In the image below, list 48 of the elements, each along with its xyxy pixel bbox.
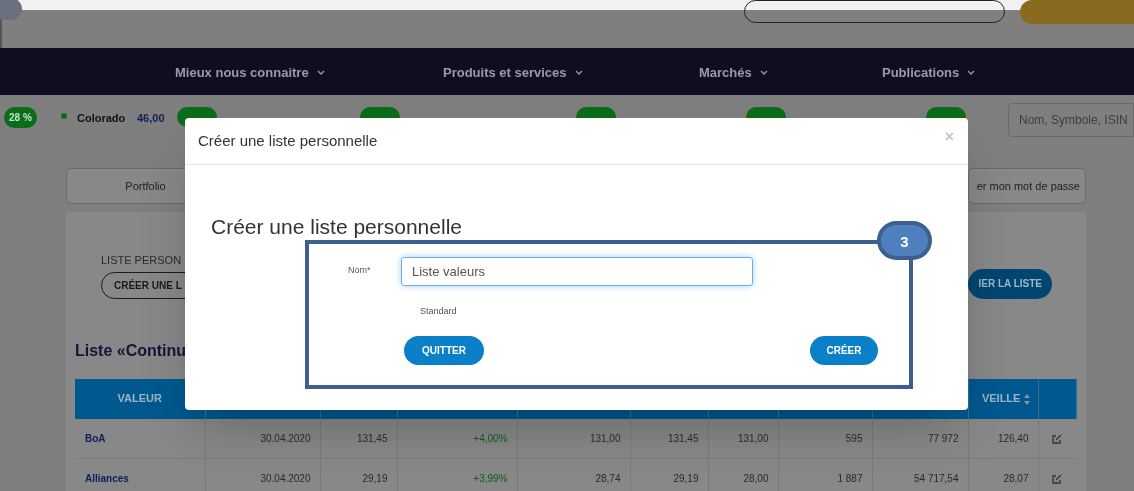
table-cell: 131,00 <box>708 418 778 459</box>
list-type-label: Standard <box>420 304 458 318</box>
table-cell: 131,45 <box>320 418 397 459</box>
nav-menu[interactable]: Publications <box>882 63 976 83</box>
dialog-heading: Créer une liste personnelle <box>211 214 462 240</box>
security-name[interactable]: Alliances <box>75 458 205 491</box>
table-cell: 77 972 <box>872 418 968 459</box>
table-cell: 28,74 <box>517 458 630 491</box>
table-cell: 30.04.2020 <box>205 458 320 491</box>
security-name[interactable]: BoA <box>75 418 205 459</box>
nav-menu[interactable]: Mieux nous connaitre <box>175 63 325 83</box>
table-cell: 30.04.2020 <box>205 418 320 459</box>
table-cell: 595 <box>778 418 872 459</box>
table-cell: 131,00 <box>517 418 630 459</box>
caret-icon <box>316 70 325 76</box>
table-cell: 54 717,54 <box>872 458 968 491</box>
section-label: LISTE PERSON <box>101 253 183 268</box>
table-cell: 28,07 <box>968 458 1038 491</box>
create-button[interactable]: CRÉER <box>810 336 878 365</box>
caret-icon <box>574 70 583 76</box>
table-cell: 126,40 <box>968 418 1038 459</box>
table-cell: 29,19 <box>320 458 397 491</box>
table-cell: 1 887 <box>778 458 872 491</box>
table-cell: 131,45 <box>630 418 708 459</box>
table-cell: +4,00% <box>397 418 517 459</box>
ticker-name: Colorado <box>77 111 126 126</box>
list-action-button[interactable]: IER LA LISTE <box>968 268 1052 299</box>
dialog-title: Créer une liste personnelle <box>198 130 378 151</box>
ticker-price: 46,00 <box>137 111 165 126</box>
table-cell: +3,99% <box>397 458 517 491</box>
table-cell: 28,00 <box>708 458 778 491</box>
name-field[interactable]: Liste valeurs <box>401 256 753 286</box>
tab[interactable]: er mon mot de passe <box>968 168 1086 204</box>
field-label: Nom* <box>347 264 372 278</box>
nav-menu[interactable]: Marchés <box>699 63 768 83</box>
nav-menu[interactable]: Produits et services <box>443 63 583 83</box>
column-header: VEILLE <box>968 378 1038 419</box>
table-cell: 29,19 <box>630 458 708 491</box>
list-title: Liste «Continu <box>75 340 187 361</box>
caret-icon <box>967 70 976 76</box>
search-field[interactable]: Nom, Symbole, ISIN <box>1008 103 1134 137</box>
edit-icon[interactable] <box>1052 434 1063 445</box>
caret-icon <box>759 70 768 76</box>
change-badge: 28 % <box>4 107 37 128</box>
quit-button[interactable]: QUITTER <box>404 336 484 365</box>
sort-icon[interactable] <box>1023 393 1030 405</box>
logo-icon <box>0 0 22 20</box>
edit-icon[interactable] <box>1052 474 1063 485</box>
